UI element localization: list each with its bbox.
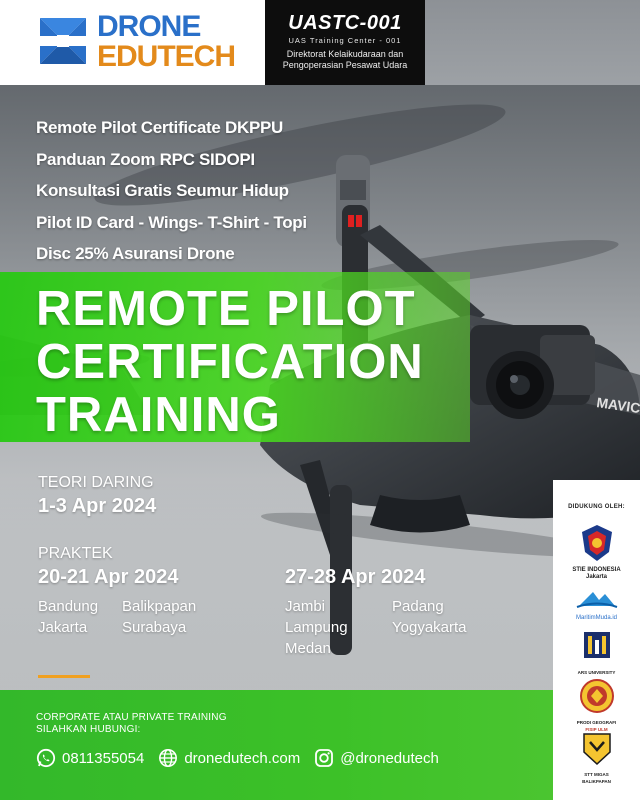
batch1-date: 20-21 Apr 2024: [38, 566, 179, 588]
instagram-handle: @dronedutech: [340, 749, 439, 767]
benefit-item: Disc 25% Asuransi Drone: [36, 244, 235, 263]
instagram-contact[interactable]: @dronedutech: [314, 748, 439, 768]
supporter-name: STT MIGAS: [584, 772, 609, 777]
uastc-subtitle: UAS Training Center - 001: [288, 36, 402, 45]
batch2-date: 27-28 Apr 2024: [285, 566, 426, 588]
supporter-subname: Jakarta: [585, 574, 608, 580]
uastc-title: UASTC-001: [288, 12, 402, 34]
globe-icon: [159, 749, 178, 767]
supporter-logo: ARS UNIVERSITY: [553, 630, 640, 676]
city-item: Balikpapan: [122, 598, 197, 615]
benefit-item: Remote Pilot Certificate DKPPU: [36, 118, 283, 137]
supporter-logo: STIE INDONESIA Jakarta: [553, 524, 640, 581]
headline: REMOTE PILOT CERTIFICATION TRAINING: [36, 283, 424, 442]
city-item: Medan: [285, 640, 331, 657]
whatsapp-icon: [36, 748, 56, 768]
uastc-desc-line1: Direktorat Kelaikudaraan dan: [286, 49, 404, 59]
city-item: Yogyakarta: [392, 619, 467, 636]
benefit-item: Panduan Zoom RPC SIDOPI: [36, 149, 255, 169]
supporter-logo: MaritimMuda.id: [553, 588, 640, 622]
website-contact[interactable]: dronedutech.com: [158, 748, 300, 768]
uastc-badge: UASTC-001 UAS Training Center - 001 Dire…: [265, 0, 425, 85]
supporter-name: MaritimMuda.id: [575, 615, 617, 621]
phone-number: 0811355054: [62, 749, 145, 767]
ars-university-icon: [583, 632, 610, 658]
supporter-name: ARS UNIVERSITY: [577, 670, 616, 675]
city-item: Bandung: [38, 598, 99, 615]
supporter-logo: PRODI GEOGRAFI FISIP ULM: [553, 678, 640, 733]
drone-logo-icon: [40, 18, 86, 64]
city-item: Jambi: [285, 598, 326, 615]
headline-line1: REMOTE PILOT: [36, 282, 416, 336]
supporters-heading: DIDUKUNG OLEH:: [568, 504, 625, 510]
instagram-icon: [315, 749, 334, 767]
supporters-panel: DIDUKUNG OLEH: STIE INDONESIA Jakarta Ma…: [553, 480, 640, 800]
benefit-item: Pilot ID Card - Wings- T-Shirt - Topi: [36, 212, 307, 232]
city-item: Padang: [392, 598, 444, 615]
logo-line1: DRONE: [97, 10, 201, 43]
stie-crest-icon: [581, 525, 612, 561]
theory-label: TEORI DARING: [38, 474, 154, 491]
city-item: Lampung: [285, 619, 348, 636]
corp-line2: SILAHKAN HUBUNGI:: [36, 724, 141, 735]
brand-logo: DRONE EDUTECH: [0, 0, 265, 85]
supporter-name: PRODI GEOGRAFI: [576, 720, 617, 725]
uastc-desc-line2: Pengoperasian Pesawat Udara: [282, 60, 408, 70]
headline-line3: TRAINING: [36, 388, 281, 442]
phone-contact[interactable]: 0811355054: [36, 748, 144, 768]
supporter-logo: STT MIGAS BALIKPAPAN: [553, 732, 640, 785]
corp-line1: CORPORATE ATAU PRIVATE TRAINING: [36, 712, 227, 723]
headline-line2: CERTIFICATION: [36, 335, 424, 389]
city-item: Jakarta: [38, 619, 88, 636]
city-item: Surabaya: [122, 619, 187, 636]
divider-line: [38, 675, 90, 678]
ulm-seal-icon: [579, 679, 614, 713]
maritim-wave-icon: [576, 592, 617, 608]
supporter-subname: BALIKPAPAN: [582, 779, 611, 784]
supporter-name: STIE INDONESIA: [572, 567, 621, 573]
logo-line2: EDUTECH: [97, 40, 236, 73]
stt-migas-shield-icon: [582, 733, 611, 766]
website-url: dronedutech.com: [184, 749, 301, 767]
benefit-item: Konsultasi Gratis Seumur Hidup: [36, 181, 289, 200]
theory-date: 1-3 Apr 2024: [38, 495, 157, 517]
footer: CORPORATE ATAU PRIVATE TRAINING SILAHKAN…: [0, 690, 553, 800]
practice-label: PRAKTEK: [38, 545, 113, 562]
benefits-list: Remote Pilot Certificate DKPPU Panduan Z…: [36, 112, 307, 270]
